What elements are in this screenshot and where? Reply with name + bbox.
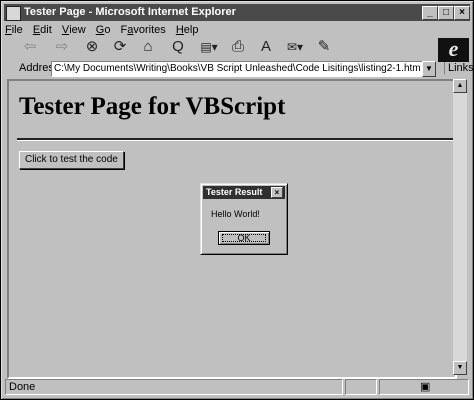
zone-icon: ▣ xyxy=(420,381,431,393)
stop-icon[interactable]: ⊗ xyxy=(83,38,101,56)
window-title: Tester Page - Microsoft Internet Explore… xyxy=(24,6,236,18)
minimize-button[interactable]: _ xyxy=(422,6,438,20)
status-pane-zone: ▣ xyxy=(379,379,469,395)
edit-icon[interactable]: ✎ xyxy=(315,38,333,56)
toolbar: ⇦ ⇨ ⊗ ⟳ ⌂ Q ▤▾ ⎙ A ✉▾ ✎ xyxy=(5,37,437,59)
search-icon[interactable]: Q xyxy=(169,38,187,56)
links-button[interactable]: Links xyxy=(444,62,474,74)
forward-icon[interactable]: ⇨ xyxy=(53,38,71,56)
print-icon[interactable]: ⎙ xyxy=(229,38,247,56)
address-bar: Address C:\My Documents\Writing\Books\VB… xyxy=(5,60,474,78)
menu-view[interactable]: View xyxy=(62,23,86,37)
address-input[interactable]: C:\My Documents\Writing\Books\VB Script … xyxy=(51,61,423,77)
ok-button[interactable]: OK xyxy=(218,231,270,245)
horizontal-rule xyxy=(17,138,453,141)
dialog-title-bar[interactable]: Tester Result × xyxy=(203,186,285,199)
status-pane-2 xyxy=(345,379,377,395)
maximize-button[interactable]: □ xyxy=(438,6,454,20)
menu-bar: File Edit View Go Favorites Help xyxy=(5,23,205,37)
favorites-icon[interactable]: ▤▾ xyxy=(197,38,221,56)
address-dropdown-icon[interactable]: ▼ xyxy=(422,61,436,77)
ie-logo: e xyxy=(438,38,469,62)
status-text: Done xyxy=(9,381,36,393)
scroll-down-icon[interactable]: ▼ xyxy=(453,361,467,375)
status-pane-main: Done xyxy=(5,379,343,395)
focus-rect xyxy=(222,234,266,242)
scroll-up-icon[interactable]: ▲ xyxy=(453,79,467,93)
menu-help[interactable]: Help xyxy=(176,23,199,37)
title-bar[interactable]: Tester Page - Microsoft Internet Explore… xyxy=(4,4,470,21)
dialog-title: Tester Result xyxy=(206,187,263,197)
menu-go[interactable]: Go xyxy=(96,23,111,37)
test-code-button[interactable]: Click to test the code xyxy=(19,151,124,169)
tester-result-dialog: Tester Result × Hello World! OK xyxy=(200,183,288,255)
font-icon[interactable]: A xyxy=(257,38,275,56)
menu-edit[interactable]: Edit xyxy=(33,23,52,37)
menu-favorites[interactable]: Favorites xyxy=(121,23,166,37)
mail-icon[interactable]: ✉▾ xyxy=(283,38,307,56)
dialog-close-button[interactable]: × xyxy=(271,187,283,198)
back-icon[interactable]: ⇦ xyxy=(21,38,39,56)
browser-window: Tester Page - Microsoft Internet Explore… xyxy=(0,0,474,400)
vertical-scrollbar[interactable]: ▲ ▼ xyxy=(453,79,467,375)
status-bar: Done ▣ xyxy=(5,379,469,395)
close-button[interactable]: × xyxy=(454,6,470,20)
menu-file[interactable]: File xyxy=(5,23,23,37)
dialog-message: Hello World! xyxy=(211,209,260,219)
ie-app-icon[interactable] xyxy=(6,6,21,21)
home-icon[interactable]: ⌂ xyxy=(139,38,157,56)
refresh-icon[interactable]: ⟳ xyxy=(111,38,129,56)
page-heading: Tester Page for VBScript xyxy=(19,93,286,120)
